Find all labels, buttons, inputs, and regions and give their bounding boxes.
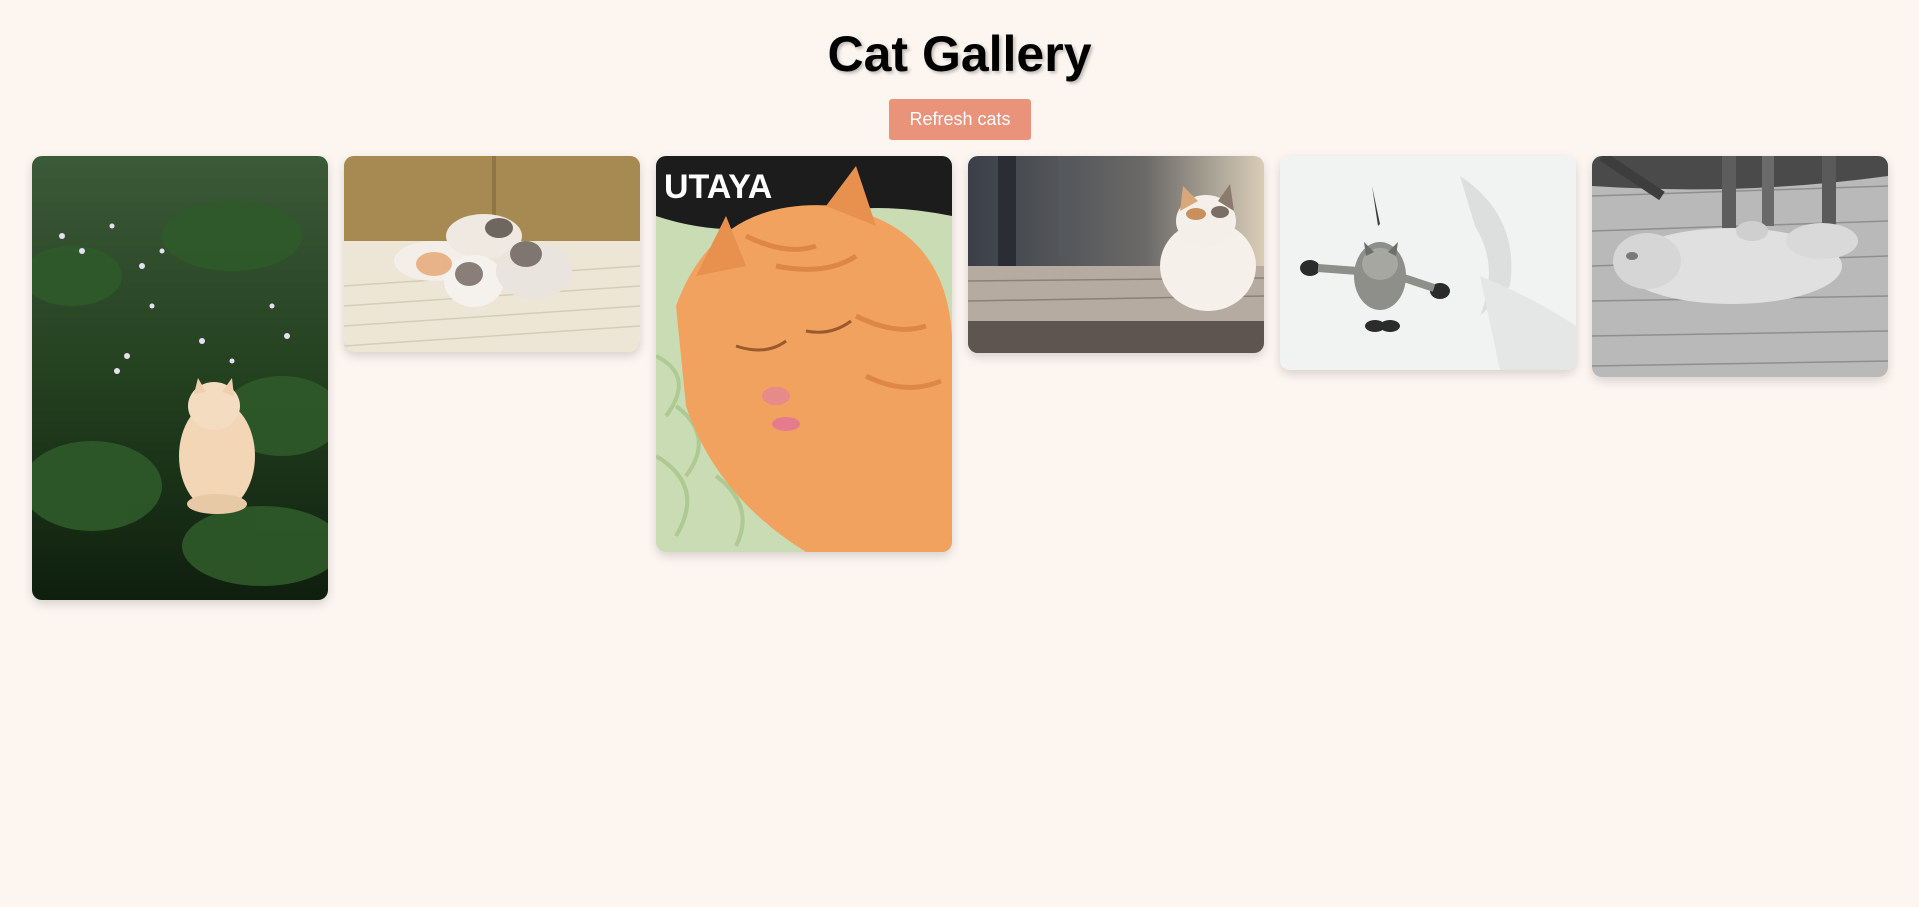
kittens-sleeping-photo [344, 156, 640, 352]
calico-cat-table-photo [968, 156, 1264, 353]
cat-photo-card[interactable] [1592, 156, 1888, 377]
cat-photo-card[interactable] [968, 156, 1264, 353]
leaping-kitten-photo [1280, 156, 1576, 370]
page-title: Cat Gallery [827, 26, 1092, 82]
shirt-text: UTAYA [664, 168, 772, 206]
refresh-cats-button[interactable]: Refresh cats [889, 99, 1031, 140]
cat-in-garden-photo [32, 156, 328, 600]
cat-photo-card[interactable] [32, 156, 328, 600]
orange-cat-sleeping-photo: UTAYA [656, 156, 952, 552]
cat-photo-card[interactable] [344, 156, 640, 352]
cat-photo-card[interactable] [1280, 156, 1576, 370]
grayscale-cat-floor-photo [1592, 156, 1888, 377]
cat-photo-card[interactable]: UTAYA [656, 156, 952, 552]
